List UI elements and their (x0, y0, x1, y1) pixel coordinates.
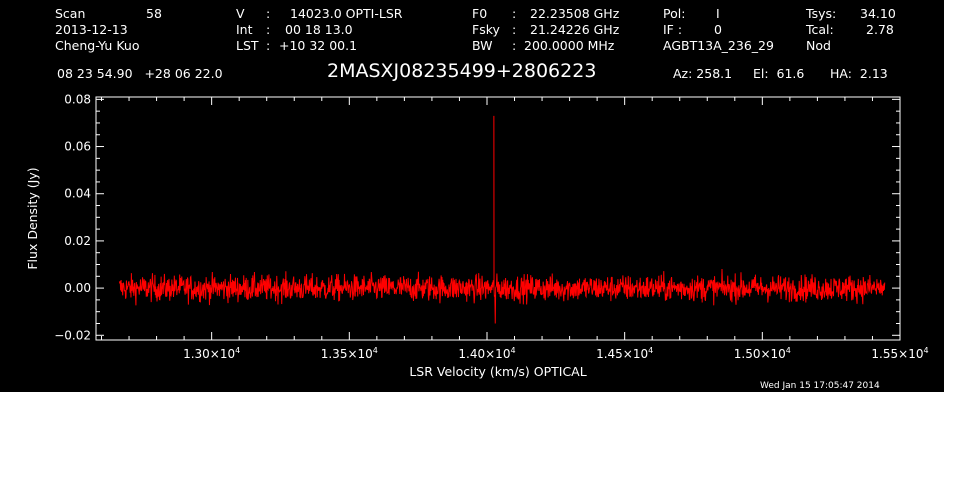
x-axis-label: LSR Velocity (km/s) OPTICAL (409, 364, 586, 379)
y-tick-label: 0.06 (64, 140, 91, 154)
plot-frame (95, 96, 901, 341)
x-tick-label: 1.40×104 (458, 346, 515, 361)
x-tick-label: 1.30×104 (183, 346, 240, 361)
spectrum-trace (118, 115, 886, 324)
chart-panel: Scan 58 2013-12-13 Cheng-Yu Kuo V : 1402… (0, 0, 944, 392)
y-tick-label: −0.02 (54, 328, 91, 342)
y-tick-label: 0.04 (64, 187, 91, 201)
y-tick-label: 0.02 (64, 234, 91, 248)
x-tick-label: 1.50×104 (734, 346, 791, 361)
x-tick-label: 1.55×104 (871, 346, 928, 361)
y-axis-label: Flux Density (Jy) (25, 167, 40, 269)
y-tick-label: 0.00 (64, 281, 91, 295)
y-tick-label: 0.08 (64, 92, 91, 106)
x-tick-label: 1.35×104 (321, 346, 378, 361)
spectrum-plot: 1.30×104 1.35×104 1.40×104 1.45×104 1.50×104… (25, 92, 929, 379)
x-tick-label: 1.45×104 (596, 346, 653, 361)
